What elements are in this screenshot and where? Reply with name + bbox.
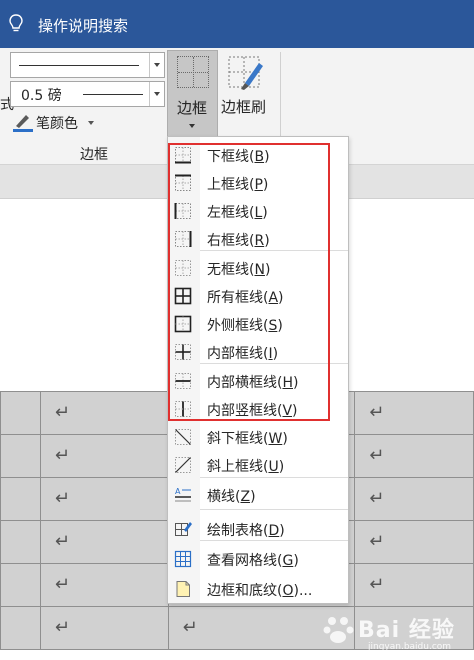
borders-button-label: 边框 [177,99,208,117]
paragraph-mark: ↵ [54,574,70,595]
menu-item-borders-shading[interactable]: 边框和底纹(O)... [168,575,348,603]
borders-shading-icon [176,581,190,597]
menu-item-label: 斜上框线(U) [207,459,285,475]
lightbulb-icon [9,14,23,32]
paragraph-mark: ↵ [54,531,70,552]
paragraph-mark: ↵ [369,488,385,509]
paw-icon [323,617,354,643]
annotation-highlight-box [168,143,330,421]
paragraph-mark: ↵ [54,617,70,638]
menu-item-label: 绘制表格(D) [207,523,285,539]
paragraph-mark: ↵ [54,445,70,466]
diagonal-down-border-icon [175,429,191,445]
line-style-combo[interactable] [10,52,165,78]
menu-item-draw-table[interactable]: 绘制表格(D) [168,515,348,543]
paragraph-mark: ↵ [182,617,198,638]
border-painter-label: 边框刷 [221,98,267,116]
paragraph-mark: ↵ [369,574,385,595]
chevron-down-icon[interactable] [88,121,94,125]
horizontal-line-icon: A [175,487,191,502]
paragraph-mark: ↵ [54,488,70,509]
menu-divider [200,509,348,510]
line-weight-value: 0.5 磅 [21,88,62,104]
baidu-jingyan-watermark: Bai 经验 jingyan.baidu.com [322,608,472,654]
paragraph-mark: ↵ [369,531,385,552]
border-painter-button[interactable]: 边框刷 [220,50,272,138]
menu-item-diagonal-down-border[interactable]: 斜下框线(W) [168,423,348,451]
svg-text:A: A [175,487,181,496]
menu-item-label: 斜下框线(W) [207,431,288,447]
chevron-down-icon[interactable] [149,82,164,106]
paragraph-mark: ↵ [54,402,70,423]
paragraph-mark: ↵ [369,445,385,466]
borders-button[interactable]: 边框 [167,50,218,138]
menu-item-horizontal-line[interactable]: A 横线(Z) [168,481,348,509]
menu-item-label: 横线(Z) [207,489,256,505]
pen-color-button[interactable]: 笔颜色 [36,113,78,133]
group-label: 边框 [80,147,108,163]
chevron-down-icon[interactable] [189,124,195,128]
watermark-text: Bai 经验 [358,618,455,643]
paragraph-mark: ↵ [369,402,385,423]
menu-item-label: 边框和底纹(O)... [207,583,313,599]
title-bar: 操作说明搜索 [0,0,474,48]
view-gridlines-icon [174,550,192,568]
draw-table-icon [175,522,192,536]
chevron-down-icon[interactable] [149,53,164,77]
line-weight-combo[interactable]: 0.5 磅 [10,81,165,107]
menu-item-view-gridlines[interactable]: 查看网格线(G) [168,545,348,573]
menu-item-label: 查看网格线(G) [207,553,299,569]
all-borders-icon [177,56,209,88]
border-painter-icon [228,56,263,90]
menu-item-diagonal-up-border[interactable]: 斜上框线(U) [168,451,348,479]
pen-color-icon[interactable] [12,112,34,132]
watermark-url: jingyan.baidu.com [368,642,452,652]
diagonal-up-border-icon [175,457,191,473]
tell-me-search[interactable]: 操作说明搜索 [38,15,128,36]
